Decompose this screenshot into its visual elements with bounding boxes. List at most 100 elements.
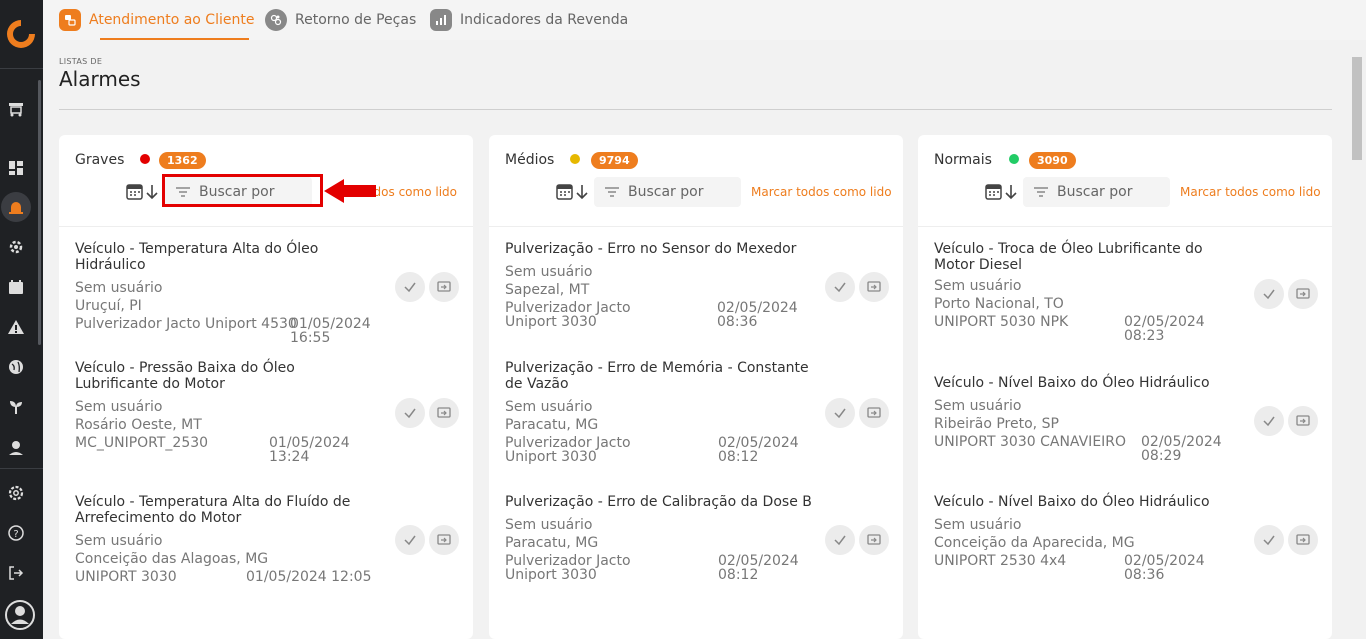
alarm-date: 01/05/2024 13:24 bbox=[269, 435, 350, 465]
search-input[interactable] bbox=[1057, 184, 1167, 200]
globe-icon[interactable] bbox=[5, 356, 27, 378]
filter-icon bbox=[605, 187, 619, 197]
alarm-title: Pulverização - Erro de Memória - Constan… bbox=[505, 360, 809, 392]
alarm-item[interactable]: Veículo - Temperatura Alta do Fluído de … bbox=[75, 494, 459, 584]
search-field[interactable] bbox=[1023, 177, 1170, 207]
column-title: Médios bbox=[505, 152, 555, 168]
alarm-actions bbox=[1254, 406, 1318, 436]
count-badge: 9794 bbox=[591, 152, 638, 169]
alarm-actions bbox=[825, 525, 889, 555]
location-icon[interactable] bbox=[5, 437, 27, 459]
mark-read-button[interactable] bbox=[825, 398, 855, 428]
alarm-item[interactable]: Pulverização - Erro de Calibração da Dos… bbox=[505, 494, 889, 582]
alarm-details: UNIPORT 3030 CANAVIEIRO 02/05/2024 08:29 bbox=[934, 434, 1318, 463]
logo-icon[interactable] bbox=[5, 18, 37, 50]
search-field[interactable] bbox=[594, 177, 741, 207]
alarm-actions bbox=[825, 398, 889, 428]
forward-button[interactable] bbox=[1288, 525, 1318, 555]
alarm-item[interactable]: Pulverização - Erro no Sensor do Mexedor… bbox=[505, 241, 889, 329]
alarm-title: Veículo - Nível Baixo do Óleo Hidráulico bbox=[934, 494, 1210, 510]
sidebar-divider bbox=[0, 468, 43, 469]
mark-read-button[interactable] bbox=[825, 272, 855, 302]
calendar-icon[interactable] bbox=[5, 276, 27, 298]
alarm-details: Pulverizador Jacto Uniport 3030 02/05/20… bbox=[505, 436, 889, 464]
logout-icon[interactable] bbox=[5, 562, 27, 584]
status-dot bbox=[570, 154, 580, 164]
forward-button[interactable] bbox=[429, 272, 459, 302]
alarm-item[interactable]: Veículo - Temperatura Alta do Óleo Hidrá… bbox=[75, 241, 459, 345]
alarm-details: MC_UNIPORT_2530 01/05/2024 13:24 bbox=[75, 436, 459, 464]
mark-all-read-link[interactable]: Marcar todos como lido bbox=[1180, 185, 1321, 199]
alarm-details: UNIPORT 2530 4x4 02/05/2024 08:36 bbox=[934, 554, 1318, 582]
user-icon[interactable] bbox=[4, 599, 36, 631]
sidebar-scrollbar[interactable] bbox=[38, 80, 41, 345]
sort-by-date-button[interactable] bbox=[556, 182, 592, 202]
mark-read-button[interactable] bbox=[825, 525, 855, 555]
alarm-equipment: UNIPORT 3030 CANAVIEIRO bbox=[934, 434, 1127, 450]
mark-read-button[interactable] bbox=[395, 525, 425, 555]
alarm-actions bbox=[1254, 525, 1318, 555]
help-icon[interactable]: ? bbox=[5, 522, 27, 544]
mark-read-button[interactable] bbox=[395, 398, 425, 428]
alarm-details: UNIPORT 3030 01/05/2024 12:05 bbox=[75, 570, 459, 584]
forward-button[interactable] bbox=[429, 398, 459, 428]
warning-icon[interactable] bbox=[5, 316, 27, 338]
alarm-details: Pulverizador Jacto Uniport 3030 02/05/20… bbox=[505, 554, 889, 582]
alarm-date: 02/05/2024 08:12 bbox=[718, 435, 799, 465]
bar-chart-icon bbox=[430, 9, 452, 31]
column-normais: Normais 3090 Marcar todos como lido Veíc… bbox=[918, 135, 1332, 639]
alarm-item[interactable]: Veículo - Pressão Baixa do Óleo Lubrific… bbox=[75, 360, 459, 464]
alarm-icon[interactable] bbox=[5, 196, 27, 218]
alarm-item[interactable]: Veículo - Troca de Óleo Lubrificante do … bbox=[934, 241, 1318, 343]
count-badge: 1362 bbox=[159, 152, 206, 169]
annotation-highlight-box bbox=[162, 174, 323, 207]
alarm-date: 02/05/2024 08:12 bbox=[718, 553, 799, 583]
search-input[interactable] bbox=[628, 184, 738, 200]
alarm-item[interactable]: Pulverização - Erro de Memória - Constan… bbox=[505, 360, 889, 464]
mark-read-button[interactable] bbox=[1254, 525, 1284, 555]
parts-icon bbox=[265, 9, 287, 31]
page-scrollbar[interactable] bbox=[1350, 40, 1366, 639]
forward-button[interactable] bbox=[859, 398, 889, 428]
dashboard-icon[interactable] bbox=[5, 157, 27, 179]
sort-by-date-button[interactable] bbox=[985, 182, 1021, 202]
tab-label: Retorno de Peças bbox=[295, 12, 417, 28]
mark-all-read-link[interactable]: Marcar todos como lido bbox=[371, 185, 457, 199]
settings-icon[interactable] bbox=[5, 482, 27, 504]
forward-button[interactable] bbox=[1288, 406, 1318, 436]
mark-read-button[interactable] bbox=[395, 272, 425, 302]
forward-button[interactable] bbox=[429, 525, 459, 555]
tractor-icon[interactable] bbox=[5, 97, 27, 119]
sidebar-divider bbox=[0, 68, 43, 69]
alarm-actions bbox=[1254, 279, 1318, 309]
tab-retorno-pecas[interactable]: Retorno de Peças bbox=[265, 8, 416, 32]
filter-icon bbox=[1034, 187, 1048, 197]
mark-read-button[interactable] bbox=[1254, 406, 1284, 436]
alarm-equipment: Pulverizador Jacto Uniport 3030 bbox=[505, 300, 631, 330]
mark-all-read-link[interactable]: Marcar todos como lido bbox=[751, 185, 892, 199]
alarm-title: Veículo - Temperatura Alta do Óleo Hidrá… bbox=[75, 241, 319, 273]
page-title: Alarmes bbox=[59, 67, 141, 91]
alarm-actions bbox=[825, 272, 889, 302]
gears-icon[interactable] bbox=[5, 236, 27, 258]
breadcrumb: LISTAS DE bbox=[59, 57, 103, 66]
scrollbar-thumb[interactable] bbox=[1352, 57, 1362, 160]
alarm-equipment: Pulverizador Jacto Uniport 3030 bbox=[505, 553, 631, 583]
forward-button[interactable] bbox=[859, 525, 889, 555]
alarm-actions bbox=[395, 272, 459, 302]
alarm-item[interactable]: Veículo - Nível Baixo do Óleo Hidráulico… bbox=[934, 375, 1318, 463]
tab-indicadores[interactable]: Indicadores da Revenda bbox=[430, 8, 628, 32]
tab-label: Atendimento ao Cliente bbox=[89, 12, 255, 28]
alarm-title: Veículo - Temperatura Alta do Fluído de … bbox=[75, 494, 351, 526]
plant-icon[interactable] bbox=[5, 396, 27, 418]
tab-atendimento[interactable]: Atendimento ao Cliente bbox=[59, 8, 254, 32]
mark-read-button[interactable] bbox=[1254, 279, 1284, 309]
sort-by-date-button[interactable] bbox=[126, 182, 162, 202]
alarm-actions bbox=[395, 398, 459, 428]
forward-button[interactable] bbox=[859, 272, 889, 302]
alarm-title: Veículo - Pressão Baixa do Óleo Lubrific… bbox=[75, 360, 295, 392]
alarm-item[interactable]: Veículo - Nível Baixo do Óleo Hidráulico… bbox=[934, 494, 1318, 582]
forward-button[interactable] bbox=[1288, 279, 1318, 309]
column-medios: Médios 9794 Marcar todos como lido Pulve… bbox=[489, 135, 903, 639]
customer-service-icon bbox=[59, 9, 81, 31]
